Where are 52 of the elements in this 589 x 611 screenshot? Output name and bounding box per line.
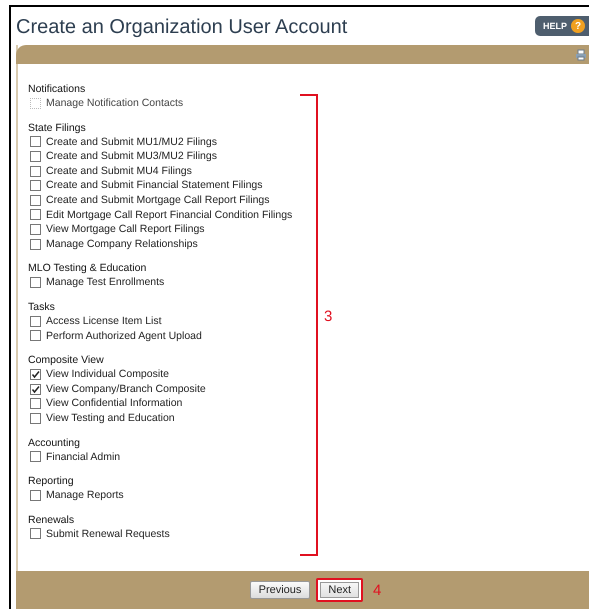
help-button[interactable]: HELP ?: [534, 16, 589, 36]
checkbox-label[interactable]: Manage Reports: [46, 488, 124, 503]
checkbox-label[interactable]: Manage Company Relationships: [46, 236, 198, 252]
checkbox-label[interactable]: View Individual Composite: [46, 367, 169, 382]
checkbox[interactable]: [30, 238, 41, 250]
checkbox-label[interactable]: Create and Submit MU3/MU2 Filings: [46, 149, 217, 164]
checkbox-label[interactable]: View Testing and Education: [46, 410, 175, 426]
checkbox[interactable]: [30, 136, 41, 148]
checkbox[interactable]: [30, 368, 41, 380]
checkbox[interactable]: [30, 316, 41, 327]
checkbox[interactable]: [30, 180, 41, 192]
checkbox-label[interactable]: Manage Test Enrollments: [46, 275, 164, 290]
checkbox-label[interactable]: Submit Renewal Requests: [46, 526, 170, 542]
checkbox-label[interactable]: Financial Admin: [46, 450, 120, 464]
checkbox-label[interactable]: Create and Submit Financial Statement Filings: [46, 178, 263, 193]
checkbox-label[interactable]: Perform Authorized Agent Upload: [46, 328, 202, 344]
group-heading: Composite View: [28, 353, 105, 368]
checkbox-label[interactable]: Create and Submit MU1/MU2 Filings: [46, 134, 217, 150]
checkbox[interactable]: [30, 412, 41, 424]
group-heading: Notifications: [28, 82, 86, 96]
checkbox-label[interactable]: View Confidential Information: [46, 396, 182, 411]
checkbox-label[interactable]: View Company/Branch Composite: [46, 382, 206, 396]
checkbox[interactable]: [30, 224, 41, 235]
checkbox[interactable]: [30, 194, 41, 206]
annotation-number: 4: [373, 582, 382, 598]
annotation-number: 3: [324, 308, 332, 325]
checkbox-label[interactable]: Create and Submit Mortgage Call Report Filings: [46, 192, 270, 208]
checkbox[interactable]: [30, 209, 41, 220]
checkbox[interactable]: [30, 277, 41, 288]
printer-icon[interactable]: [575, 48, 587, 60]
checkbox[interactable]: [30, 490, 41, 501]
group-heading: MLO Testing & Education: [28, 261, 148, 276]
checkbox-label[interactable]: Edit Mortgage Call Report Financial Condition Filings: [46, 208, 292, 222]
checkbox[interactable]: [30, 150, 41, 162]
group-heading: Renewals: [28, 512, 76, 527]
group-heading: Reporting: [28, 474, 75, 488]
checkbox-label[interactable]: Access License Item List: [46, 314, 162, 329]
checkbox-label[interactable]: View Mortgage Call Report Filings: [46, 222, 205, 237]
checkbox[interactable]: [30, 384, 41, 395]
checkbox[interactable]: [30, 166, 41, 177]
help-badge: ?: [571, 19, 585, 33]
checkbox[interactable]: [30, 451, 41, 462]
checkbox[interactable]: [30, 330, 41, 342]
checkbox-label[interactable]: Create and Submit MU4 Filings: [46, 164, 192, 178]
group-heading: Accounting: [28, 436, 81, 450]
nav-button[interactable]: Next: [316, 578, 364, 602]
page-title: Create an Organization User Account: [16, 16, 348, 38]
group-heading: Tasks: [28, 300, 56, 314]
nav-button[interactable]: Previous: [250, 581, 310, 599]
checkbox[interactable]: [30, 398, 41, 410]
group-heading: State Filings: [28, 120, 87, 135]
checkbox[interactable]: [30, 528, 41, 540]
